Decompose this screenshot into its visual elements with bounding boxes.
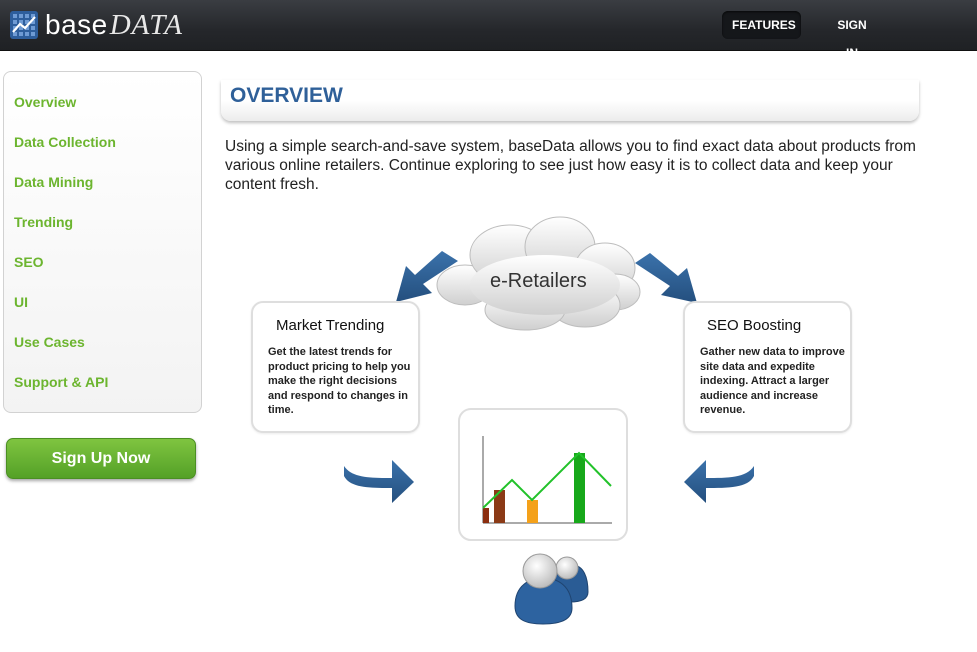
arrow-down-right-icon (635, 253, 697, 303)
seo-boosting-title: SEO Boosting (707, 317, 802, 334)
market-trending-text: Get the latest trends for product pricin… (268, 346, 411, 416)
arrow-right-icon (344, 460, 414, 503)
seo-boosting-text: Gather new data to improve site data and… (700, 346, 845, 416)
seo-boosting-card: SEO Boosting Gather new data to improve … (683, 301, 852, 433)
arrow-left-icon (684, 460, 754, 503)
users-icon (514, 553, 589, 625)
market-trending-card: Market Trending Get the latest trends fo… (251, 301, 420, 433)
market-trending-title: Market Trending (276, 317, 385, 334)
cloud-label: e-Retailers (490, 270, 587, 292)
